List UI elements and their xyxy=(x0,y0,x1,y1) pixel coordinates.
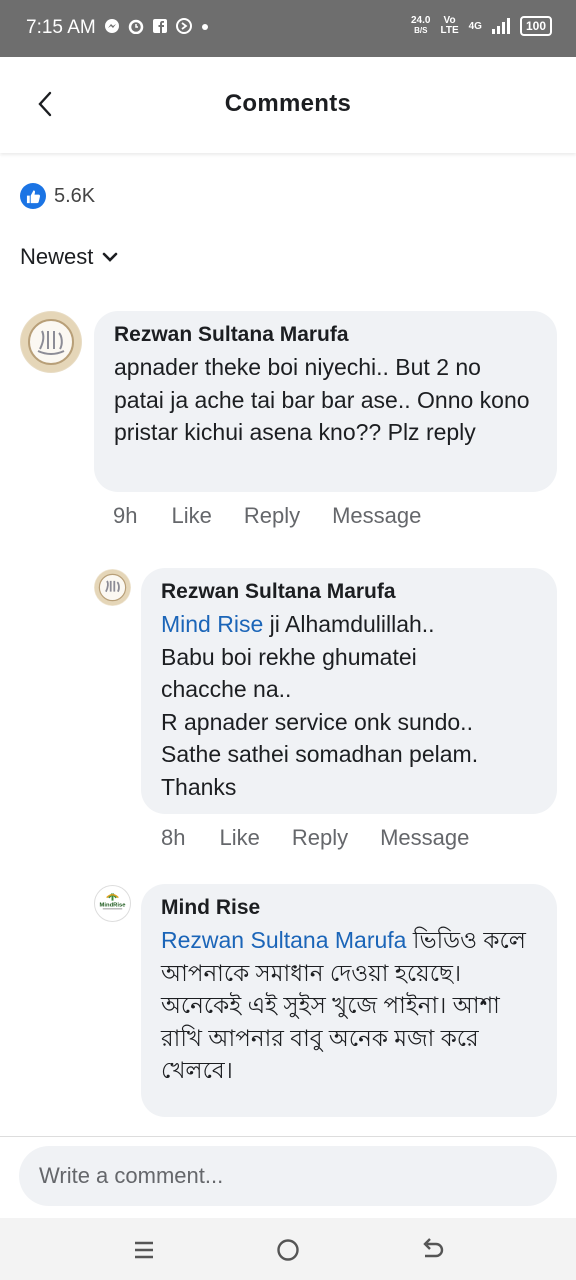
comments-header: Comments xyxy=(0,57,576,153)
avatar[interactable] xyxy=(94,569,131,606)
like-button[interactable]: Like xyxy=(219,825,259,851)
reply-button[interactable]: Reply xyxy=(292,825,348,851)
messenger-icon xyxy=(105,19,119,33)
comment-line: Babu boi rekhe ghumatei xyxy=(161,643,417,670)
avatar[interactable]: MindRise xyxy=(94,885,131,922)
battery-level: 100 xyxy=(525,19,546,33)
logo-text: MindRise xyxy=(100,902,127,908)
comment-author[interactable]: Rezwan Sultana Marufa xyxy=(161,580,537,604)
status-bar: 7:15 AM 24.0 B/S Vo LTE 4G 100 xyxy=(0,0,576,57)
net-speed-value: 24.0 xyxy=(411,15,431,26)
comment-line: Sathe sathei somadhan pelam. xyxy=(161,741,479,767)
comment-text: Mind Rise ji Alhamdulillah.. Babu boi re… xyxy=(161,608,537,803)
avatar[interactable] xyxy=(20,311,82,373)
comment-text: apnader theke boi niyechi.. But 2 no pat… xyxy=(114,354,530,445)
comment-text: Rezwan Sultana Marufa ভিডিও কলে আপনাকে স… xyxy=(161,924,537,1087)
comment-time: 8h xyxy=(161,825,186,850)
network-type: 4G xyxy=(468,20,482,32)
status-indicators: 24.0 B/S Vo LTE 4G 100 xyxy=(411,16,552,36)
chevron-down-icon xyxy=(103,252,118,262)
shazam-icon xyxy=(176,18,192,34)
battery-icon: 100 xyxy=(519,16,552,36)
message-button[interactable]: Message xyxy=(332,503,421,529)
calligraphy-avatar-image xyxy=(94,569,131,606)
mention-link[interactable]: Mind Rise xyxy=(161,611,263,637)
alarm-icon xyxy=(128,19,144,34)
page-title: Comments xyxy=(224,90,352,117)
message-button[interactable]: Message xyxy=(380,825,469,851)
comment-actions: 9h Like Reply Message xyxy=(113,503,453,529)
sort-label: Newest xyxy=(20,244,94,269)
like-icon xyxy=(20,183,46,209)
comment-bubble: Mind Rise Rezwan Sultana Marufa ভিডিও কল… xyxy=(141,884,557,1117)
comment-line: ji Alhamdulillah.. xyxy=(269,611,435,637)
comment-author[interactable]: Mind Rise xyxy=(161,896,537,920)
home-icon[interactable] xyxy=(270,1232,306,1268)
reaction-count: 5.6K xyxy=(54,184,96,207)
comment-line: Thanks xyxy=(161,773,237,800)
sort-dropdown[interactable]: Newest xyxy=(20,244,119,270)
comment-bubble: Rezwan Sultana Marufa Mind Rise ji Alham… xyxy=(141,568,557,814)
reply-button[interactable]: Reply xyxy=(244,503,300,529)
comment-author[interactable]: Rezwan Sultana Marufa xyxy=(114,323,537,347)
comment-line: R apnader service onk sundo.. xyxy=(161,708,473,735)
comment-actions: 8h Like Reply Message xyxy=(161,825,501,851)
calligraphy-avatar-image xyxy=(21,312,81,372)
reaction-summary[interactable]: 5.6K xyxy=(20,183,95,209)
comment-input[interactable] xyxy=(19,1146,557,1206)
system-nav-bar xyxy=(0,1218,576,1280)
menu-icon[interactable] xyxy=(126,1232,162,1268)
comment-line: chacche na.. xyxy=(161,676,292,702)
status-time: 7:15 AM xyxy=(26,17,96,38)
notification-icons xyxy=(104,18,210,34)
like-button[interactable]: Like xyxy=(171,503,211,529)
comment-time: 9h xyxy=(113,503,138,528)
back-icon[interactable] xyxy=(414,1232,450,1268)
mention-link[interactable]: Rezwan Sultana Marufa xyxy=(161,927,406,953)
comment-composer xyxy=(0,1136,576,1219)
mind-rise-logo: MindRise xyxy=(100,893,127,910)
lte-label: LTE xyxy=(440,25,459,36)
net-speed-unit: B/S xyxy=(414,26,428,35)
volte-indicator: Vo LTE xyxy=(440,16,458,36)
dot-icon xyxy=(202,24,208,30)
facebook-icon xyxy=(153,19,167,33)
signal-icon xyxy=(491,18,510,34)
net-speed: 24.0 B/S xyxy=(411,16,430,36)
comment-bubble: Rezwan Sultana Marufa apnader theke boi … xyxy=(94,311,557,492)
